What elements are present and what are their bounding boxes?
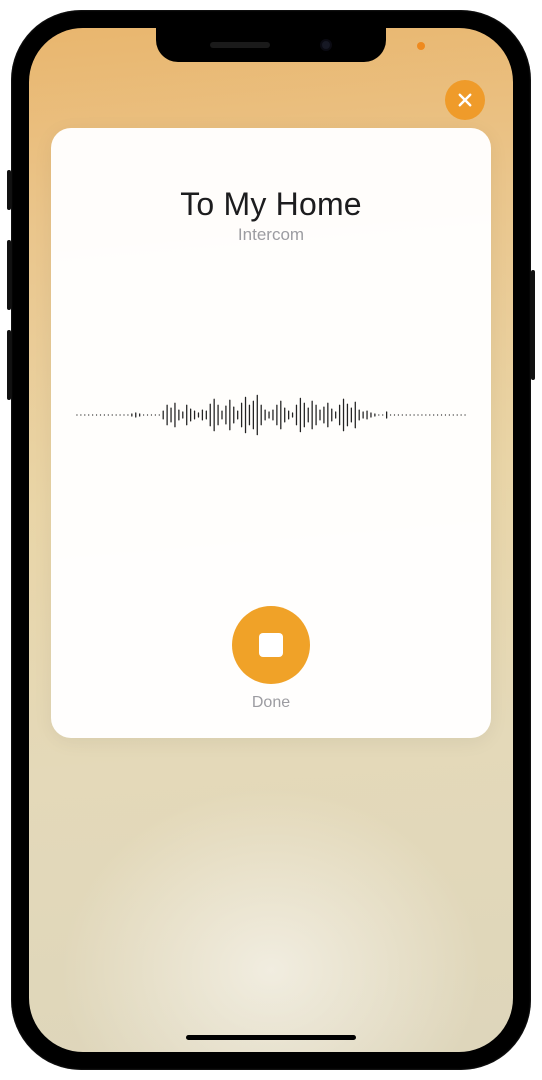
phone-frame: To My Home Intercom [11,10,531,1070]
front-camera [320,39,332,51]
speaker-grill [210,42,270,48]
home-indicator[interactable] [186,1035,356,1040]
audio-waveform [71,375,471,455]
card-subtitle: Intercom [238,225,304,245]
mute-switch [7,170,11,210]
mic-indicator-dot [417,42,425,50]
screen: To My Home Intercom [29,28,513,1052]
volume-down-button [7,330,11,400]
done-label: Done [252,694,290,712]
stop-button[interactable] [232,606,310,684]
stop-section: Done [232,606,310,712]
power-button [531,270,535,380]
card-title: To My Home [180,186,362,223]
close-button[interactable] [445,80,485,120]
intercom-card: To My Home Intercom [51,128,491,738]
notch [156,28,386,62]
volume-up-button [7,240,11,310]
close-icon [456,91,474,109]
stop-icon [259,633,283,657]
waveform-icon [75,375,467,455]
